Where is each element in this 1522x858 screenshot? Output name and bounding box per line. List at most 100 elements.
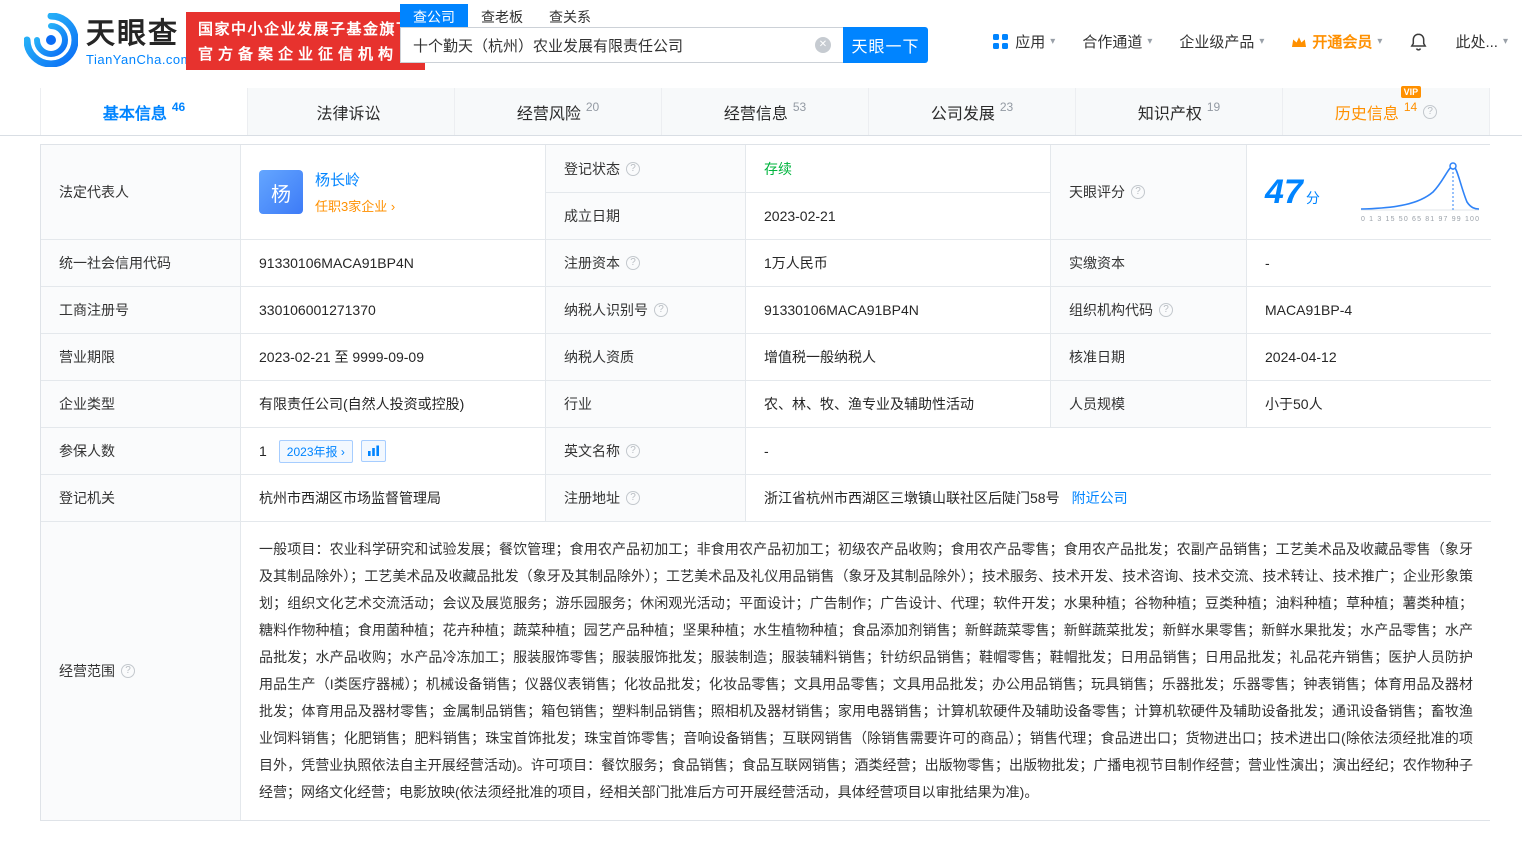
tab-company-development[interactable]: 公司发展 23 xyxy=(869,88,1076,135)
tab-basic-info[interactable]: 基本信息 46 xyxy=(40,88,248,135)
tab-count: 46 xyxy=(171,99,186,114)
nav-open-vip[interactable]: 开通会员 xyxy=(1291,31,1382,52)
notification-bell-icon[interactable] xyxy=(1409,32,1428,52)
help-icon[interactable] xyxy=(1423,104,1438,119)
tab-label: 经营风险 xyxy=(516,105,581,123)
tab-intellectual-property[interactable]: 知识产权 19 xyxy=(1076,88,1283,135)
label-business-term: 营业期限 xyxy=(41,334,241,381)
basic-info-table: 法定代表人 杨 杨长岭 任职3家企业 登记状态 存续 天眼评分 47 分 xyxy=(40,144,1491,821)
help-icon[interactable] xyxy=(1159,303,1173,317)
legal-rep-avatar[interactable]: 杨 xyxy=(259,170,303,214)
label-paid-capital: 实缴资本 xyxy=(1051,240,1247,287)
tab-count: 23 xyxy=(999,99,1014,114)
nav-cooperation-label: 合作通道 xyxy=(1082,34,1143,51)
government-certification-badge: 国家中小企业发展子基金旗下 官方备案企业征信机构 xyxy=(186,12,425,70)
apps-grid-icon xyxy=(993,34,1009,49)
search-button[interactable]: 天眼一下 xyxy=(843,27,928,63)
nav-more-label: 此处... xyxy=(1455,34,1498,51)
help-icon[interactable] xyxy=(626,161,640,176)
tab-history-info[interactable]: 历史信息 14 VIP xyxy=(1283,85,1490,135)
tab-label: 法律诉讼 xyxy=(316,105,381,123)
label-organization-code: 组织机构代码 xyxy=(1051,287,1247,334)
value-taxpayer-quality: 增值税一般纳税人 xyxy=(746,334,1051,381)
value-approval-date: 2024-04-12 xyxy=(1247,334,1491,381)
score-unit: 分 xyxy=(1305,189,1320,206)
nav-open-vip-label: 开通会员 xyxy=(1312,34,1373,51)
score-number: 47 xyxy=(1265,172,1303,211)
crown-icon xyxy=(1291,35,1307,49)
page: 天眼查 TianYanCha.com 国家中小企业发展子基金旗下 官方备案企业征… xyxy=(0,0,1522,858)
tab-count: 20 xyxy=(585,99,600,114)
label-establish-date: 成立日期 xyxy=(546,193,746,240)
score-distribution-chart: 0 1 3 15 50 65 81 97 99 100 xyxy=(1357,158,1483,227)
help-icon[interactable] xyxy=(626,444,640,458)
nav-more[interactable]: 此处... xyxy=(1455,31,1508,52)
nav-enterprise-label: 企业级产品 xyxy=(1179,34,1255,51)
label-registration-authority: 登记机关 xyxy=(41,475,241,522)
legal-rep-name-link[interactable]: 杨长岭 xyxy=(315,169,395,190)
label-insured-count: 参保人数 xyxy=(41,428,241,475)
label-business-scope: 经营范围 xyxy=(41,522,241,820)
value-business-scope: 一般项目：农业科学研究和试验发展；餐饮管理；食用农产品初加工；非食用农产品初加工… xyxy=(241,522,1491,820)
value-registered-address: 浙江省杭州市西湖区三墩镇山联社区后陡门58号 附近公司 xyxy=(746,475,1491,522)
vip-badge: VIP xyxy=(1400,85,1422,98)
top-navigation: 应用 合作通道 企业级产品 开通会员 此处... xyxy=(966,31,1508,52)
value-english-name: - xyxy=(746,428,1491,475)
nearby-companies-link[interactable]: 附近公司 xyxy=(1072,488,1128,508)
insured-trend-chart-icon[interactable] xyxy=(360,440,386,462)
value-paid-capital: - xyxy=(1247,240,1491,287)
value-business-term: 2023-02-21 至 9999-09-09 xyxy=(241,334,546,381)
nav-enterprise-products[interactable]: 企业级产品 xyxy=(1179,31,1264,52)
nav-cooperation[interactable]: 合作通道 xyxy=(1082,31,1152,52)
tab-business-info[interactable]: 经营信息 53 xyxy=(662,88,869,135)
label-registered-address: 注册地址 xyxy=(546,475,746,522)
help-icon[interactable] xyxy=(626,491,640,505)
nav-apps-label: 应用 xyxy=(1015,34,1046,51)
tab-label: 知识产权 xyxy=(1137,105,1202,123)
legal-rep-positions-link[interactable]: 任职3家企业 xyxy=(315,196,395,215)
nav-apps[interactable]: 应用 xyxy=(993,31,1055,52)
section-tabbar-wrap: 基本信息 46 法律诉讼 经营风险 20 经营信息 53 公司发展 23 知识产… xyxy=(0,85,1522,136)
score-axis-labels: 0 1 3 15 50 65 81 97 99 100 xyxy=(1361,216,1479,223)
value-organization-code: MACA91BP-4 xyxy=(1247,287,1491,334)
help-icon[interactable] xyxy=(1131,185,1145,199)
value-industry: 农、林、牧、渔专业及辅助性活动 xyxy=(746,381,1051,428)
label-registration-number: 工商注册号 xyxy=(41,287,241,334)
header: 天眼查 TianYanCha.com 国家中小企业发展子基金旗下 官方备案企业征… xyxy=(0,0,1522,84)
tab-legal-proceedings[interactable]: 法律诉讼 xyxy=(248,88,455,135)
tab-operating-risk[interactable]: 经营风险 20 xyxy=(455,88,662,135)
value-staff-size: 小于50人 xyxy=(1247,381,1491,428)
value-tianyan-score: 47 分 0 1 3 15 50 65 81 97 99 100 xyxy=(1247,145,1491,240)
logo[interactable]: 天眼查 TianYanCha.com xyxy=(23,12,192,72)
value-registration-number: 330106001271370 xyxy=(241,287,546,334)
tab-label: 基本信息 xyxy=(102,105,167,123)
tab-count: 53 xyxy=(792,99,807,114)
label-registration-status: 登记状态 xyxy=(546,145,746,193)
value-registration-authority: 杭州市西湖区市场监督管理局 xyxy=(241,475,546,522)
tab-count: 19 xyxy=(1206,99,1221,114)
value-credit-code: 91330106MACA91BP4N xyxy=(241,240,546,287)
annual-report-badge[interactable]: 2023年报 xyxy=(278,439,353,463)
label-credit-code: 统一社会信用代码 xyxy=(41,240,241,287)
label-tianyan-score: 天眼评分 xyxy=(1051,145,1247,240)
tab-label: 公司发展 xyxy=(930,105,995,123)
search-input[interactable] xyxy=(400,27,843,63)
label-industry: 行业 xyxy=(546,381,746,428)
badge-line1: 国家中小企业发展子基金旗下 xyxy=(198,21,413,38)
brand-domain: TianYanCha.com xyxy=(86,52,192,67)
clear-search-icon[interactable] xyxy=(815,37,831,53)
label-taxpayer-id: 纳税人识别号 xyxy=(546,287,746,334)
help-icon[interactable] xyxy=(121,664,135,678)
label-legal-representative: 法定代表人 xyxy=(41,145,241,240)
help-icon[interactable] xyxy=(654,303,668,317)
tab-label: 历史信息 xyxy=(1334,105,1399,123)
value-registration-status: 存续 xyxy=(746,145,1051,193)
tianyancha-logo-icon xyxy=(23,12,79,72)
label-registered-capital: 注册资本 xyxy=(546,240,746,287)
value-company-type: 有限责任公司(自然人投资或控股) xyxy=(241,381,546,428)
help-icon[interactable] xyxy=(626,256,640,270)
label-approval-date: 核准日期 xyxy=(1051,334,1247,381)
label-staff-size: 人员规模 xyxy=(1051,381,1247,428)
section-tabbar: 基本信息 46 法律诉讼 经营风险 20 经营信息 53 公司发展 23 知识产… xyxy=(40,85,1490,135)
value-registered-capital: 1万人民币 xyxy=(746,240,1051,287)
